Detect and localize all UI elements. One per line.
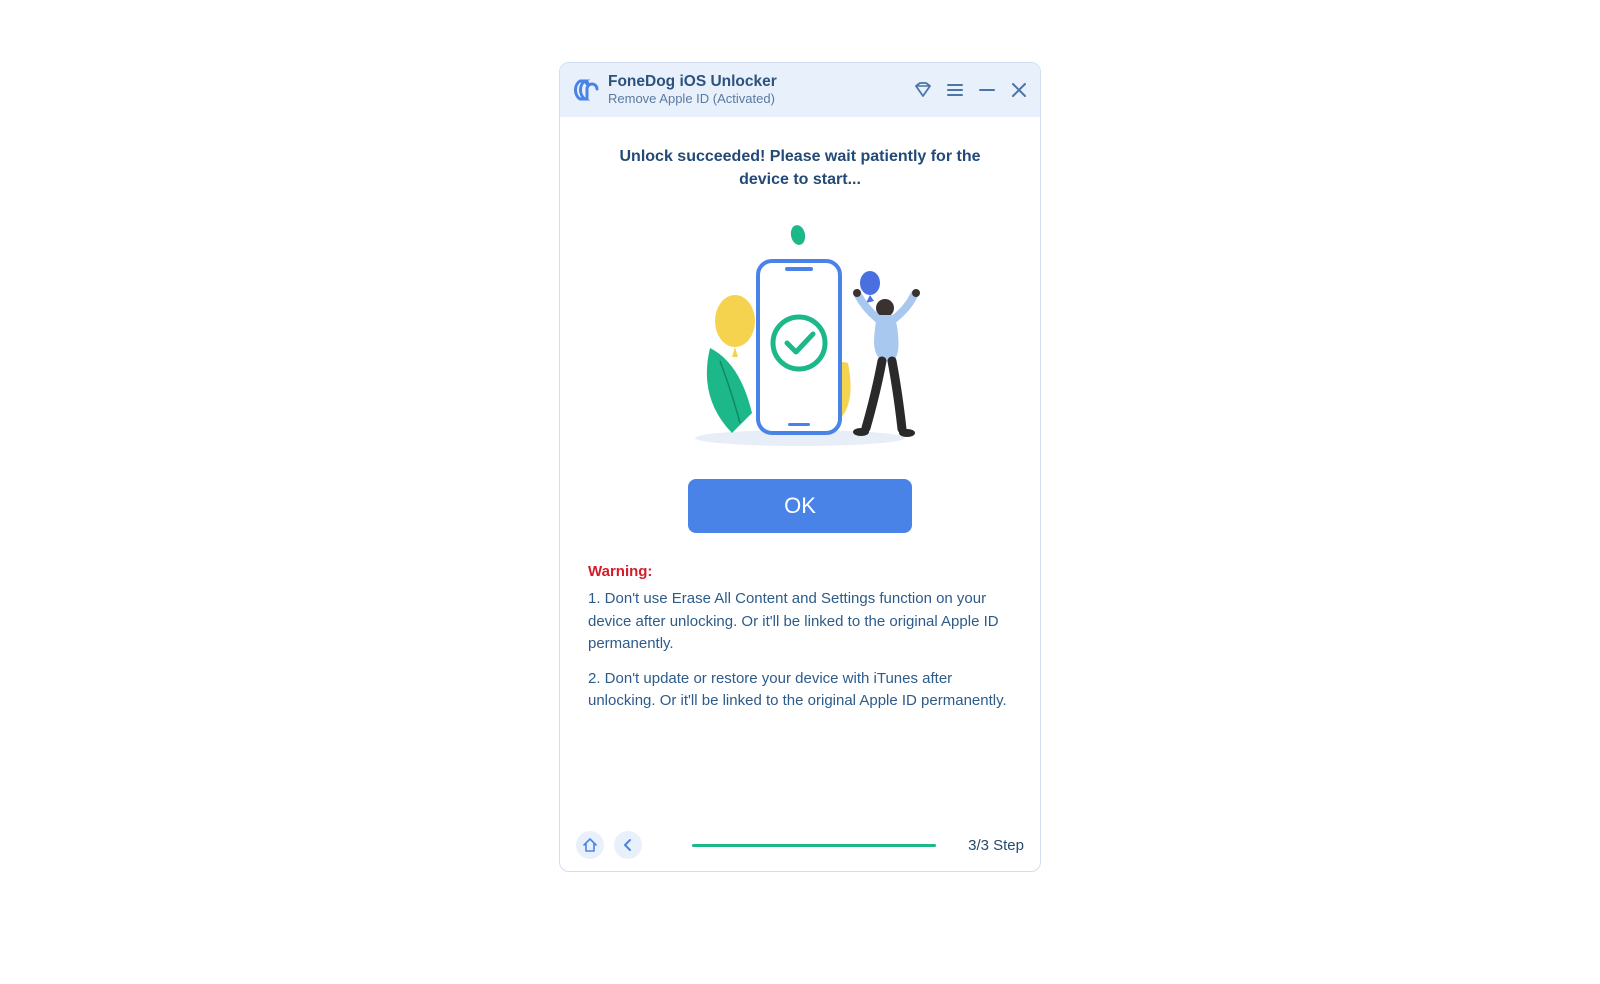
- app-subtitle: Remove Apple ID (Activated): [608, 92, 904, 107]
- progress-fill: [692, 844, 936, 847]
- bottom-bar: 3/3 Step: [560, 825, 1040, 871]
- app-title: FoneDog iOS Unlocker: [608, 73, 904, 91]
- title-texts: FoneDog iOS Unlocker Remove Apple ID (Ac…: [608, 73, 904, 107]
- warning-item-2: 2. Don't update or restore your device w…: [588, 668, 1012, 713]
- title-bar: FoneDog iOS Unlocker Remove Apple ID (Ac…: [560, 63, 1040, 117]
- warning-title: Warning:: [588, 563, 1012, 580]
- close-icon[interactable]: [1008, 79, 1030, 101]
- app-window: FoneDog iOS Unlocker Remove Apple ID (Ac…: [559, 62, 1041, 872]
- minimize-icon[interactable]: [976, 79, 998, 101]
- warning-block: Warning: 1. Don't use Erase All Content …: [588, 563, 1012, 725]
- menu-icon[interactable]: [944, 79, 966, 101]
- home-button[interactable]: [576, 831, 604, 859]
- main-content: Unlock succeeded! Please wait patiently …: [560, 117, 1040, 825]
- window-controls: [912, 79, 1030, 101]
- back-button[interactable]: [614, 831, 642, 859]
- headline: Unlock succeeded! Please wait patiently …: [600, 145, 1000, 191]
- ok-button[interactable]: OK: [688, 479, 912, 533]
- progress-bar: [692, 844, 936, 847]
- success-illustration: [660, 213, 940, 453]
- step-label: 3/3 Step: [968, 837, 1024, 854]
- diamond-icon[interactable]: [912, 79, 934, 101]
- warning-item-1: 1. Don't use Erase All Content and Setti…: [588, 588, 1012, 656]
- app-logo-icon: [574, 77, 600, 103]
